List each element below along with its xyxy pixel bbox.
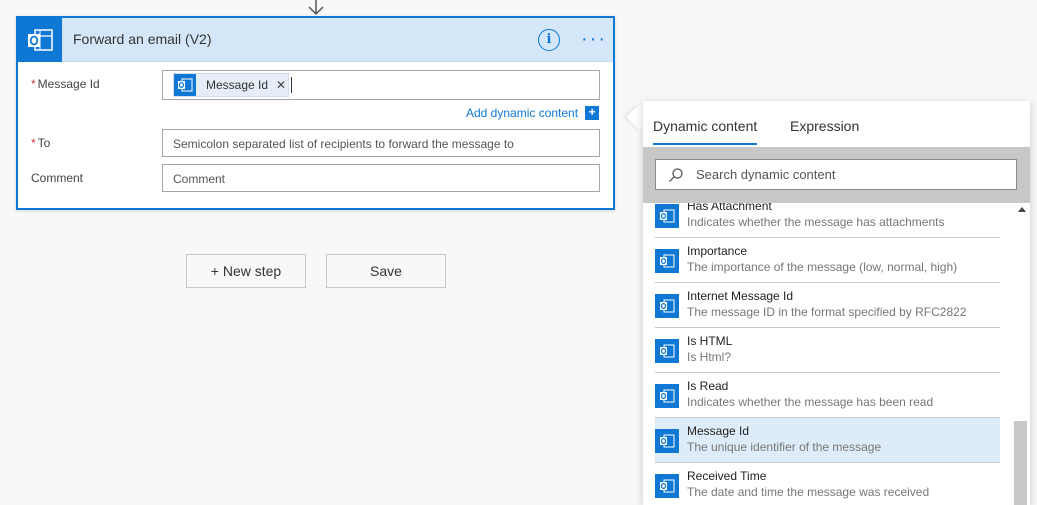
list-item[interactable]: Is Read Indicates whether the message ha… xyxy=(655,373,1000,418)
remove-token-icon[interactable]: ✕ xyxy=(276,78,286,92)
add-dynamic-content-plus-icon[interactable]: + xyxy=(585,106,600,120)
outlook-icon xyxy=(174,74,196,96)
to-label-text: To xyxy=(37,136,51,150)
required-marker: * xyxy=(31,77,36,91)
required-marker: * xyxy=(31,136,36,150)
item-name: Received Time xyxy=(687,469,767,483)
forward-email-action-card[interactable]: Forward an email (V2) i ··· * Message Id … xyxy=(16,16,615,210)
text-caret xyxy=(291,77,292,93)
list-item[interactable]: Importance The importance of the message… xyxy=(655,238,1000,283)
to-placeholder: Semicolon separated list of recipients t… xyxy=(173,137,514,151)
outlook-icon xyxy=(655,384,679,408)
outlook-icon xyxy=(655,294,679,318)
item-name: Message Id xyxy=(687,424,750,438)
search-dynamic-content-input[interactable]: Search dynamic content xyxy=(655,159,1017,190)
list-item[interactable]: Received Time The date and time the mess… xyxy=(655,463,1000,505)
outlook-icon xyxy=(655,474,679,498)
save-button[interactable]: Save xyxy=(326,254,446,288)
to-field[interactable]: Semicolon separated list of recipients t… xyxy=(162,129,600,157)
new-step-button[interactable]: + New step xyxy=(186,254,306,288)
message-id-label-text: Message Id xyxy=(37,77,100,91)
add-dynamic-content-label[interactable]: Add dynamic content xyxy=(466,106,578,120)
list-item[interactable]: Is HTML Is Html? xyxy=(655,328,1000,373)
search-placeholder: Search dynamic content xyxy=(696,167,836,182)
tab-dynamic-content[interactable]: Dynamic content xyxy=(653,118,758,145)
scroll-up-arrow-icon[interactable] xyxy=(1018,207,1026,212)
card-header[interactable]: Forward an email (V2) i ··· xyxy=(18,18,613,62)
outlook-icon xyxy=(655,429,679,453)
outlook-icon xyxy=(655,204,679,228)
message-id-label: * Message Id xyxy=(31,77,100,91)
info-icon[interactable]: i xyxy=(538,29,560,51)
item-name: Is HTML xyxy=(687,334,733,348)
item-desc: The importance of the message (low, norm… xyxy=(687,260,958,274)
to-label: * To xyxy=(31,136,50,150)
list-item[interactable]: Internet Message Id The message ID in th… xyxy=(655,283,1000,328)
item-desc: Indicates whether the message has been r… xyxy=(687,395,934,409)
card-title[interactable]: Forward an email (V2) xyxy=(73,31,212,47)
item-desc: The message ID in the format specified b… xyxy=(687,305,967,319)
outlook-icon xyxy=(655,249,679,273)
message-id-field[interactable]: Message Id ✕ xyxy=(162,70,600,100)
list-scrollbar[interactable] xyxy=(1013,203,1030,505)
comment-field[interactable]: Comment xyxy=(162,164,600,192)
item-name: Has Attachment xyxy=(687,203,772,213)
item-name: Internet Message Id xyxy=(687,289,794,303)
outlook-icon xyxy=(18,18,62,62)
item-desc: Indicates whether the message has attach… xyxy=(687,215,945,229)
token-label: Message Id xyxy=(206,78,269,92)
dynamic-content-list: Has Attachment Indicates whether the mes… xyxy=(643,203,1013,505)
search-area: Search dynamic content xyxy=(643,147,1030,203)
scroll-thumb[interactable] xyxy=(1014,421,1027,505)
list-item[interactable]: Has Attachment Indicates whether the mes… xyxy=(655,203,1000,238)
more-options-icon[interactable]: ··· xyxy=(581,28,607,51)
add-dynamic-content-link[interactable]: Add dynamic content + xyxy=(466,106,600,120)
comment-label: Comment xyxy=(31,171,84,185)
search-icon xyxy=(669,168,683,182)
item-desc: The unique identifier of the message xyxy=(687,440,882,454)
item-name: Is Read xyxy=(687,379,729,393)
list-item-selected[interactable]: Message Id The unique identifier of the … xyxy=(655,418,1000,463)
comment-placeholder: Comment xyxy=(173,172,226,186)
outlook-icon xyxy=(655,339,679,363)
item-desc: Is Html? xyxy=(687,350,732,364)
panel-tabs: Dynamic content Expression xyxy=(643,101,1030,147)
item-desc: The date and time the message was receiv… xyxy=(687,485,930,499)
connector-arrow-icon xyxy=(308,0,324,16)
message-id-token[interactable]: Message Id ✕ xyxy=(173,73,289,97)
item-name: Importance xyxy=(687,244,748,258)
dynamic-content-panel: Dynamic content Expression Search dynami… xyxy=(643,101,1030,505)
tab-expression[interactable]: Expression xyxy=(790,118,859,134)
